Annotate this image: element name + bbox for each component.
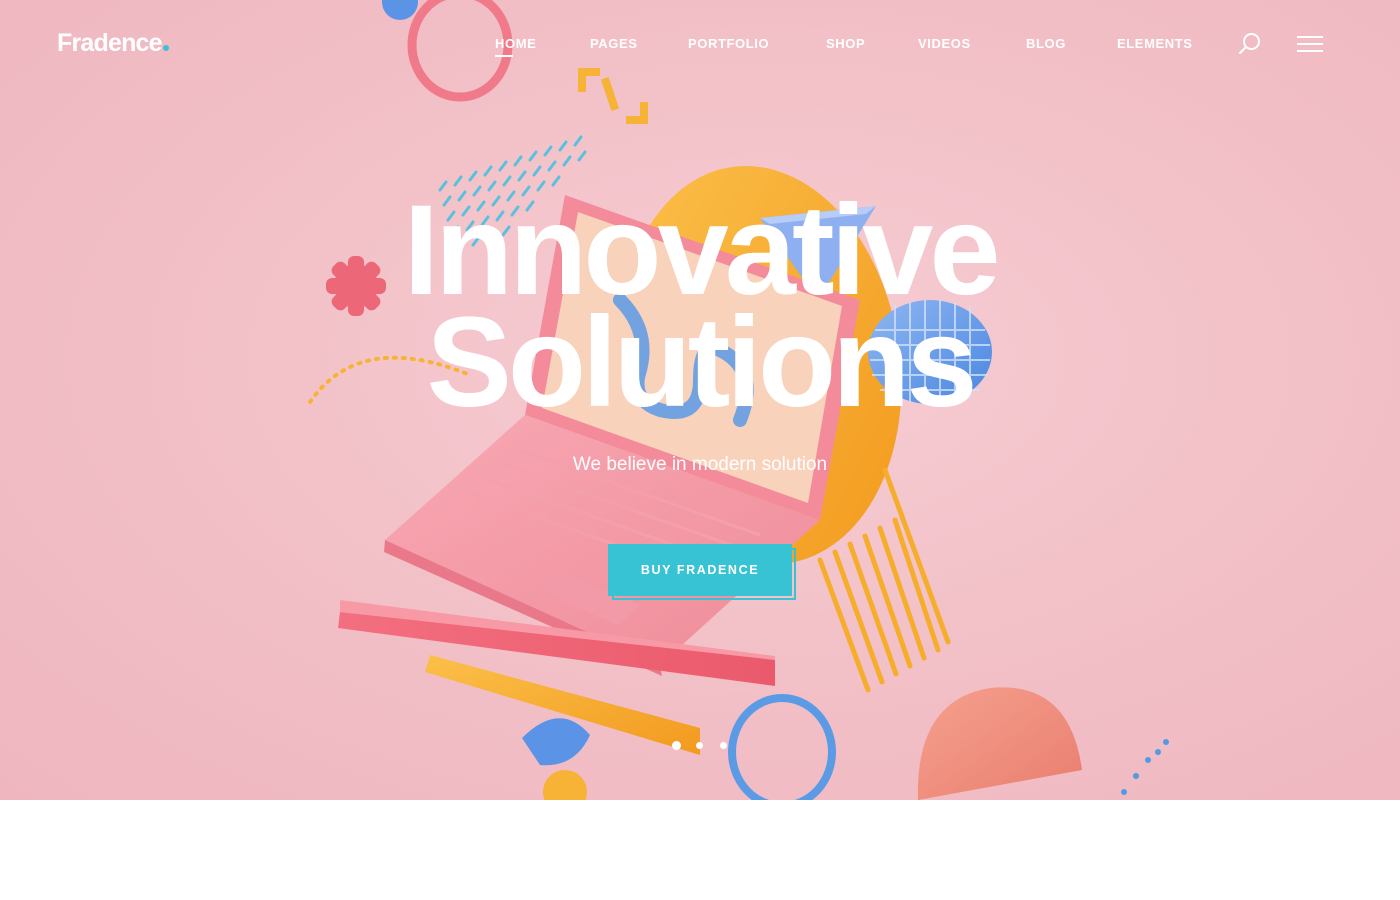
brand-name: Fradence bbox=[57, 29, 163, 57]
nav-item-pages[interactable]: PAGES bbox=[590, 36, 638, 51]
content-area bbox=[0, 800, 1400, 900]
hamburger-icon-line bbox=[1297, 43, 1323, 45]
hero-title-line-2: Solutions bbox=[426, 291, 977, 434]
hamburger-icon bbox=[1297, 36, 1323, 38]
site-header: Fradence HOME PAGES PORTFOLIO SHOP VIDEO… bbox=[0, 0, 1400, 90]
slider-dot-1[interactable] bbox=[672, 741, 681, 750]
nav-item-elements[interactable]: ELEMENTS bbox=[1117, 36, 1193, 51]
brand-logo[interactable]: Fradence bbox=[57, 29, 169, 58]
hamburger-icon-line bbox=[1297, 50, 1323, 52]
slider-dot-2[interactable] bbox=[696, 742, 703, 749]
nav-item-portfolio[interactable]: PORTFOLIO bbox=[688, 36, 769, 51]
slider-dot-3[interactable] bbox=[720, 742, 727, 749]
menu-button[interactable] bbox=[1297, 36, 1325, 54]
hero-slider: Fradence HOME PAGES PORTFOLIO SHOP VIDEO… bbox=[0, 0, 1400, 800]
slider-pagination bbox=[0, 741, 1400, 751]
hero-title: Innovative Solutions bbox=[0, 187, 1400, 434]
search-icon bbox=[1238, 33, 1260, 55]
nav-item-videos[interactable]: VIDEOS bbox=[918, 36, 971, 51]
search-button[interactable] bbox=[1237, 31, 1263, 57]
nav-item-shop[interactable]: SHOP bbox=[826, 36, 865, 51]
nav-item-blog[interactable]: BLOG bbox=[1026, 36, 1066, 51]
brand-dot-icon bbox=[162, 45, 169, 51]
yellow-ball-shape bbox=[543, 770, 587, 800]
hero-subtitle: We believe in modern solution bbox=[572, 454, 828, 475]
nav-item-home[interactable]: HOME bbox=[495, 36, 536, 57]
buy-button[interactable]: BUY FRADENCE bbox=[608, 544, 792, 596]
